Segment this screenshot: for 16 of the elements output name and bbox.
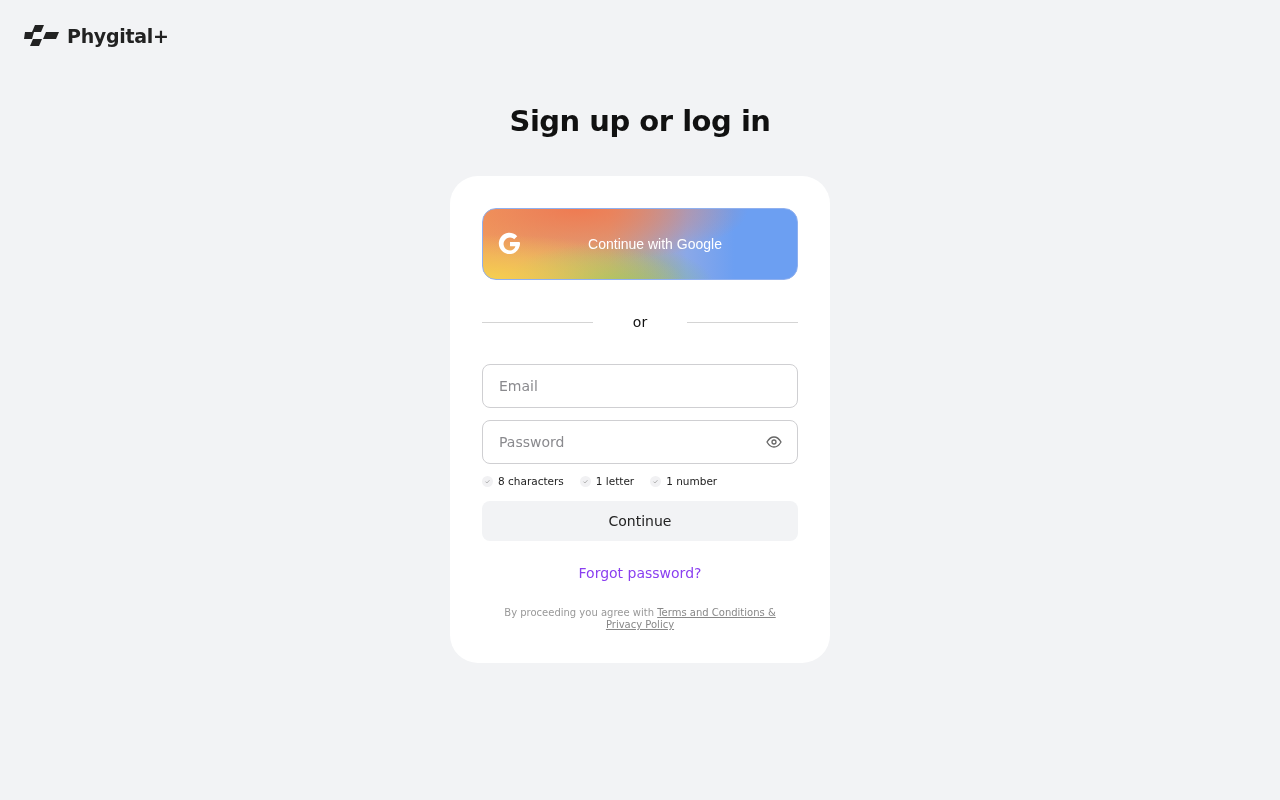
password-field[interactable]: Password <box>482 420 798 464</box>
requirement-label: 8 characters <box>498 475 564 487</box>
google-button[interactable]: Continue with Google <box>482 208 798 280</box>
requirement-label: 1 number <box>666 475 718 487</box>
page-title: Sign up or log in <box>509 103 771 140</box>
terms-link[interactable]: Terms and Conditions & <box>657 607 776 618</box>
email-field[interactable]: Email <box>482 364 798 408</box>
requirement-label: 1 letter <box>595 475 635 487</box>
brand-name: Phygital+ <box>67 25 169 47</box>
legal-text: By proceeding you agree with <box>504 607 654 618</box>
privacy-link[interactable]: Privacy Policy <box>605 619 675 630</box>
forgot-password-link[interactable]: Forgot password? <box>578 565 702 581</box>
eye-icon[interactable] <box>766 436 782 448</box>
divider-label: or <box>632 314 648 330</box>
google-icon <box>498 232 522 256</box>
logo-icon <box>24 24 60 48</box>
